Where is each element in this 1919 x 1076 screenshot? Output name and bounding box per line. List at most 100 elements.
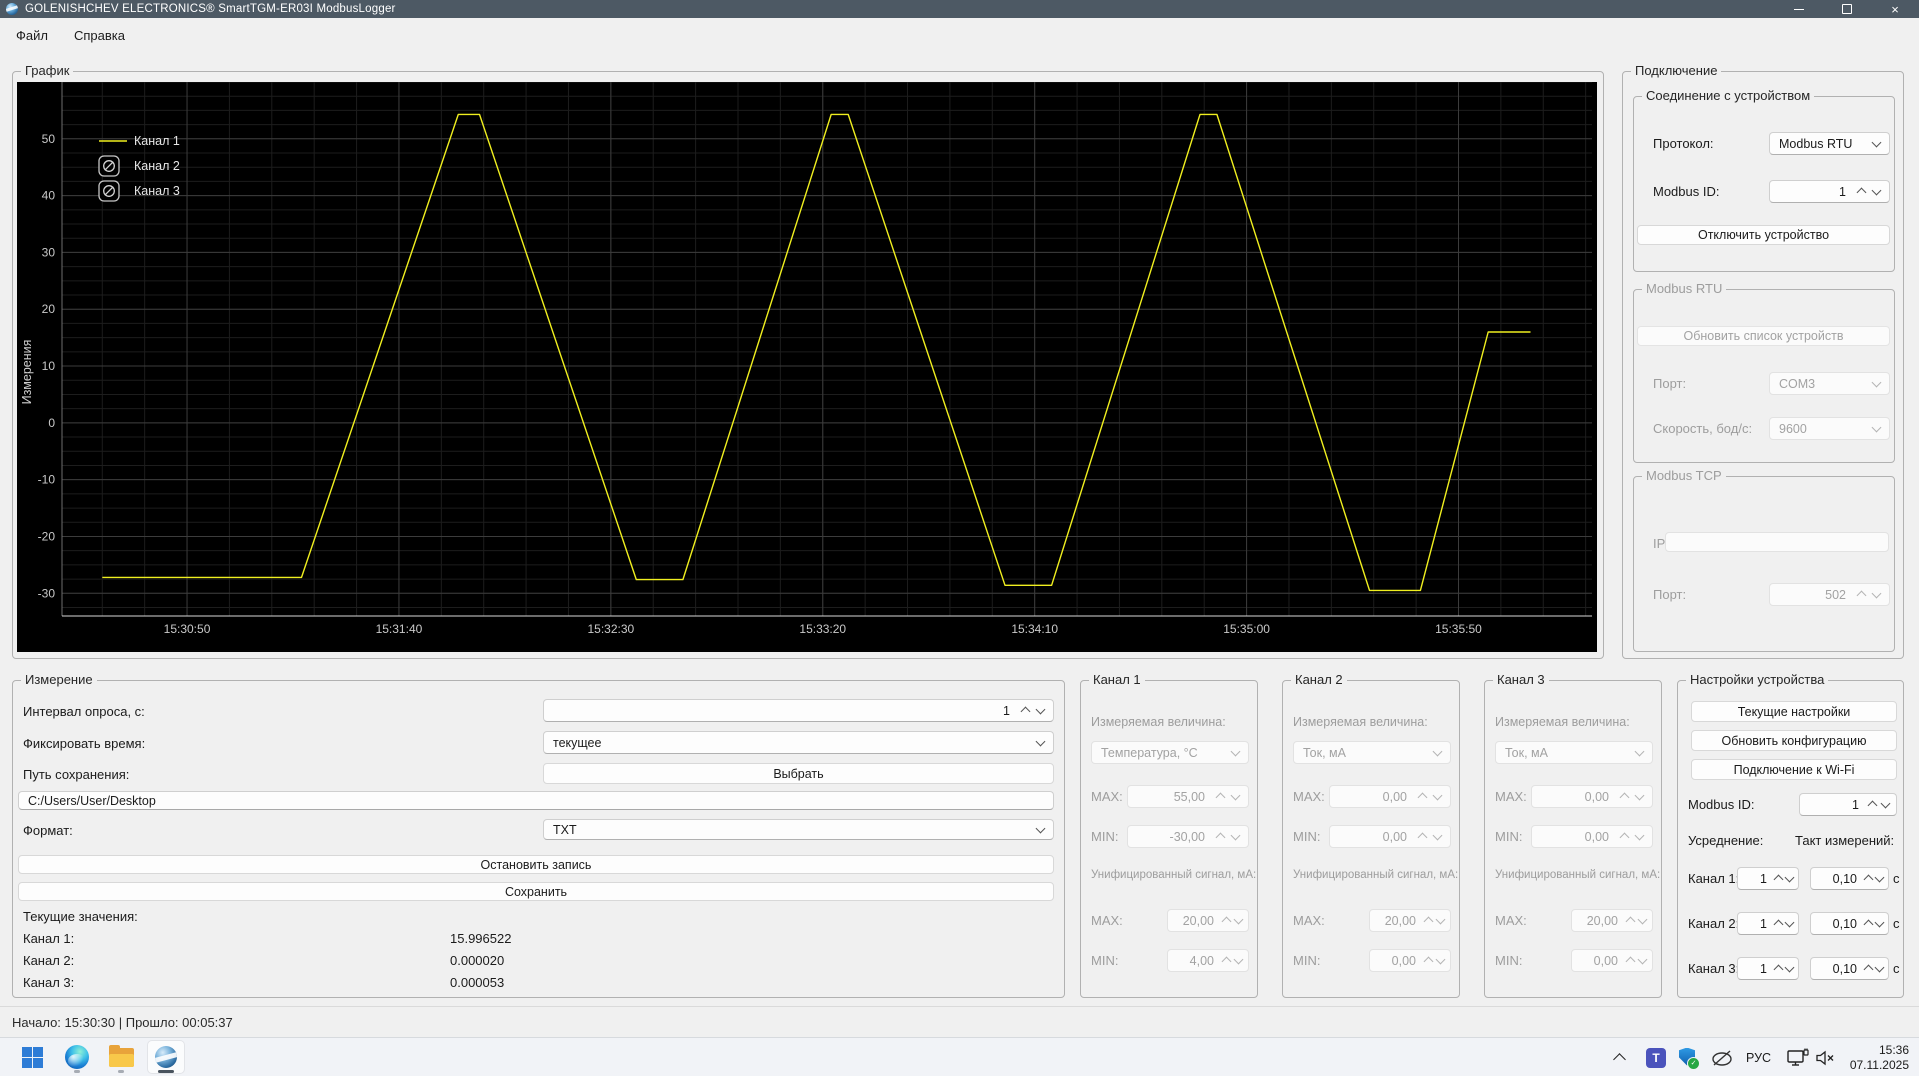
ds-channel-2-averaging-stepper[interactable]: 1 xyxy=(1737,912,1799,935)
current-channel-3-label: Канал 3: xyxy=(23,975,75,990)
minimize-button[interactable] xyxy=(1775,0,1823,18)
unified-signal-label: Унифицированный сигнал, мА: xyxy=(1495,869,1661,881)
current-values-label: Текущие значения: xyxy=(23,909,138,924)
chevron-down-icon[interactable] xyxy=(1784,917,1795,927)
legend-toggle-channel-2[interactable]: Канал 2 xyxy=(98,155,180,177)
chevron-up-icon[interactable] xyxy=(1863,874,1874,885)
chevron-down-icon[interactable] xyxy=(1874,872,1885,882)
sig-min-value: 0,00 xyxy=(1593,953,1618,968)
legend-label: Канал 1 xyxy=(134,134,180,148)
modbuslogger-app-button[interactable] xyxy=(147,1040,185,1074)
sig-min-value: 4,00 xyxy=(1189,953,1214,968)
menu-help[interactable]: Справка xyxy=(64,24,135,47)
device-connection-label: Соединение с устройством xyxy=(1642,89,1815,103)
channel-3-min-stepper: 0,00 xyxy=(1531,825,1653,848)
chevron-up-icon[interactable] xyxy=(1863,964,1874,975)
clock-date: 07.11.2025 xyxy=(1849,1057,1909,1072)
channel-3-group-label: Канал 3 xyxy=(1493,673,1549,687)
start-button[interactable] xyxy=(13,1040,51,1074)
tray-hidden-icons[interactable] xyxy=(1710,1038,1734,1076)
protocol-value: Modbus RTU xyxy=(1779,136,1853,151)
chevron-down-icon[interactable] xyxy=(1035,704,1046,714)
tray-security[interactable]: ✓ xyxy=(1679,1038,1700,1076)
protocol-dropdown[interactable]: Modbus RTU xyxy=(1769,132,1890,155)
current-settings-button[interactable]: Текущие настройки xyxy=(1691,701,1897,722)
taskbar: T ✓ РУС 15:36 07.11.2025 xyxy=(0,1037,1919,1076)
stop-recording-button[interactable]: Остановить запись xyxy=(18,855,1054,874)
ds-modbus-id-stepper[interactable]: 1 xyxy=(1799,793,1897,816)
chevron-down-icon[interactable] xyxy=(1871,185,1882,195)
language-indicator[interactable]: РУС xyxy=(1746,1038,1771,1076)
save-path-label: Путь сохранения: xyxy=(23,767,130,782)
chevron-down-icon[interactable] xyxy=(1874,962,1885,972)
sig-max-label: MAX: xyxy=(1293,913,1325,928)
chevron-down-icon xyxy=(1871,422,1882,432)
avg-value: 1 xyxy=(1760,916,1767,931)
choose-path-button[interactable]: Выбрать xyxy=(543,763,1054,784)
channel-2-signal-max-stepper: 20,00 xyxy=(1369,909,1451,932)
tray-chevron-button[interactable] xyxy=(1613,1038,1626,1076)
tact-value: 0,10 xyxy=(1832,916,1857,931)
sig-max-value: 20,00 xyxy=(1384,913,1416,928)
fix-time-dropdown[interactable]: текущее xyxy=(543,731,1054,754)
save-button[interactable]: Сохранить xyxy=(18,882,1054,901)
chevron-up-icon[interactable] xyxy=(1773,919,1784,930)
chart-canvas: 15:30:50 15:31:40 15:32:30 15:33:20 15:34:10… xyxy=(20,82,1592,636)
taskbar-clock[interactable]: 15:36 07.11.2025 xyxy=(1850,1043,1909,1072)
update-config-button[interactable]: Обновить конфигурацию xyxy=(1691,730,1897,751)
wifi-connect-button[interactable]: Подключение к Wi-Fi xyxy=(1691,759,1897,780)
start-icon xyxy=(21,1046,43,1068)
interval-stepper[interactable]: 1 xyxy=(543,699,1054,722)
volume-muted-icon xyxy=(1816,1050,1834,1065)
chevron-down-icon[interactable] xyxy=(1784,872,1795,882)
legend-toggle-channel-3[interactable]: Канал 3 xyxy=(98,180,180,202)
y-axis-title: Измерения xyxy=(20,340,34,405)
ds-channel-1-averaging-stepper[interactable]: 1 xyxy=(1737,867,1799,890)
ds-modbus-id-label: Modbus ID: xyxy=(1688,797,1755,812)
chevron-down-icon xyxy=(1634,830,1645,840)
tray-display-device[interactable] xyxy=(1786,1038,1810,1076)
chevron-up-icon[interactable] xyxy=(1020,706,1031,717)
edge-browser-button[interactable] xyxy=(58,1040,96,1074)
disconnect-device-button[interactable]: Отключить устройство xyxy=(1637,225,1890,245)
chevron-up-icon xyxy=(1215,832,1226,843)
channel-1-group: Канал 1 Измеряемая величина: Температура… xyxy=(1080,673,1258,998)
restore-button[interactable] xyxy=(1823,0,1871,18)
x-tick-label: 15:30:50 xyxy=(164,622,211,636)
save-path-input[interactable]: C:/Users/User/Desktop xyxy=(18,791,1054,810)
chevron-down-icon[interactable] xyxy=(1880,798,1891,808)
ds-channel-3-averaging-stepper[interactable]: 1 xyxy=(1737,957,1799,980)
tray-teams[interactable]: T xyxy=(1646,1038,1666,1076)
min-value: 0,00 xyxy=(1382,829,1407,844)
ds-channel-3-tact-stepper[interactable]: 0,10 xyxy=(1810,957,1889,980)
chevron-up-icon[interactable] xyxy=(1867,800,1878,811)
tray-volume[interactable] xyxy=(1815,1038,1837,1076)
modbus-rtu-label: Modbus RTU xyxy=(1642,282,1727,296)
chart-group: График 15:30:50 15:31:40 15:32:30 15:33:20 1… xyxy=(12,64,1604,659)
chevron-up-icon[interactable] xyxy=(1773,874,1784,885)
chevron-up-icon xyxy=(1221,956,1232,967)
chevron-down-icon xyxy=(1035,823,1046,833)
status-bar: Начало: 15:30:30 | Прошло: 00:05:37 xyxy=(0,1006,1919,1037)
format-dropdown[interactable]: TXT xyxy=(543,819,1054,840)
averaging-label: Усреднение: xyxy=(1688,833,1764,848)
chevron-down-icon[interactable] xyxy=(1784,962,1795,972)
channel-3-signal-min-stepper: 0,00 xyxy=(1571,949,1653,972)
channel-2-signal-min-stepper: 0,00 xyxy=(1369,949,1451,972)
chevron-up-icon[interactable] xyxy=(1773,964,1784,975)
close-button[interactable]: × xyxy=(1871,0,1919,18)
tcp-port-label: Порт: xyxy=(1653,587,1687,602)
chevron-up-icon[interactable] xyxy=(1856,187,1867,198)
channel-1-quantity-dropdown: Температура, °C xyxy=(1091,741,1249,764)
channel-1-group-label: Канал 1 xyxy=(1089,673,1145,687)
file-explorer-button[interactable] xyxy=(102,1040,140,1074)
menu-file[interactable]: Файл xyxy=(6,24,58,47)
ds-channel-2-tact-stepper[interactable]: 0,10 xyxy=(1810,912,1889,935)
tact-value: 0,10 xyxy=(1832,871,1857,886)
ds-channel-1-tact-stepper[interactable]: 0,10 xyxy=(1810,867,1889,890)
chevron-up-icon[interactable] xyxy=(1863,919,1874,930)
x-tick-label: 15:35:00 xyxy=(1223,622,1270,636)
modbus-id-stepper[interactable]: 1 xyxy=(1769,180,1890,203)
chevron-down-icon[interactable] xyxy=(1874,917,1885,927)
y-tick-label: 40 xyxy=(42,189,56,203)
